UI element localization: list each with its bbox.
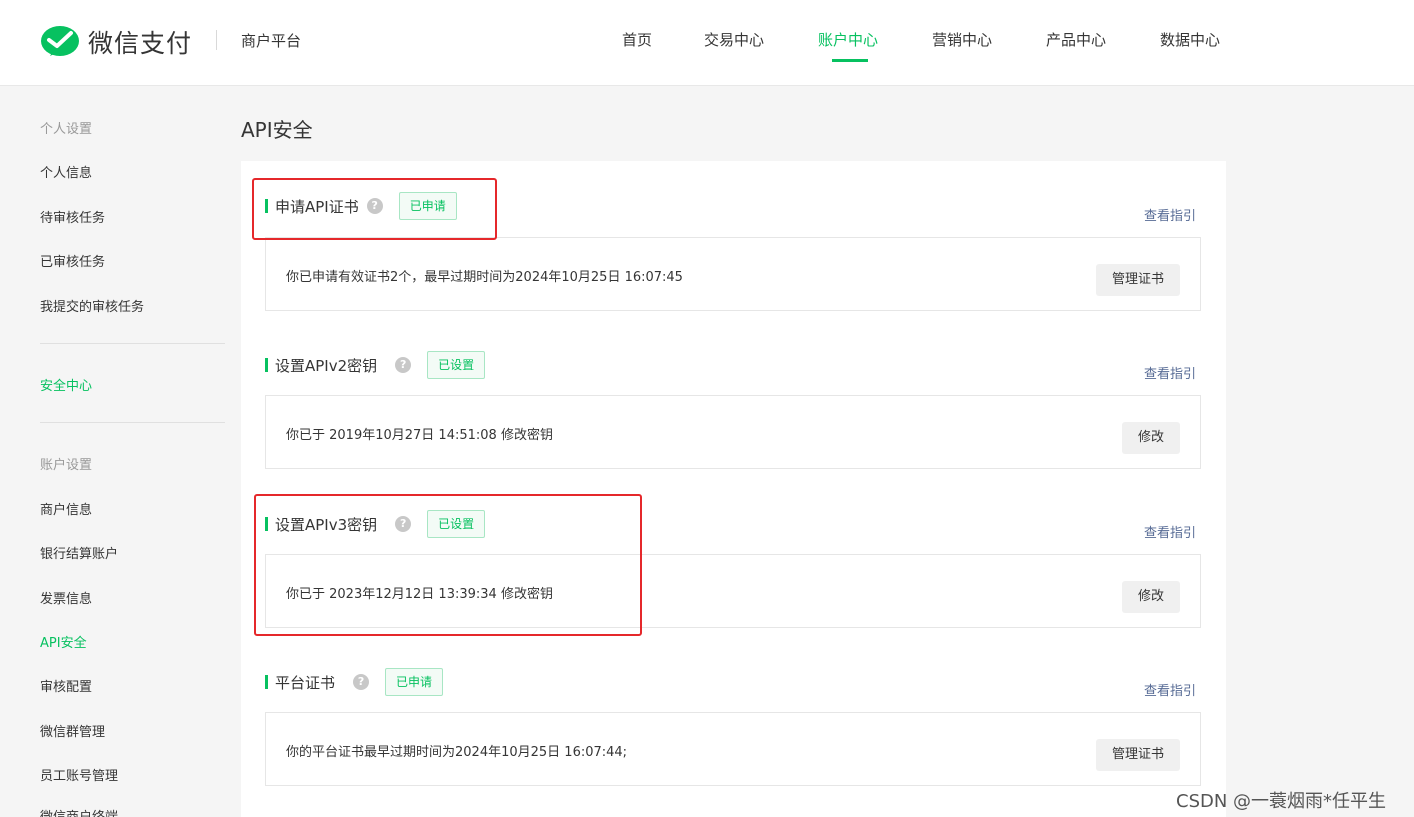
help-icon[interactable]: ?: [353, 674, 370, 690]
section-card-apiv2-key: 你已于 2019年10月27日 14:51:08 修改密钥 修改: [265, 395, 1201, 469]
section-title: 设置APIv2密钥: [275, 356, 378, 375]
nav-product-center[interactable]: 产品中心: [1046, 29, 1106, 50]
modify-button[interactable]: 修改: [1121, 422, 1180, 454]
watermark: CSDN @一蓑烟雨*任平生: [1176, 791, 1387, 812]
section-title: 平台证书: [275, 673, 336, 692]
nav-home[interactable]: 首页: [622, 29, 652, 50]
sidebar-divider: [40, 422, 225, 423]
sidebar-item-review-config[interactable]: 审核配置: [40, 676, 92, 695]
section-card-platform-cert: 你的平台证书最早过期时间为2024年10月25日 16:07:44; 管理证书: [265, 712, 1201, 786]
sidebar-item-merchant-terminal[interactable]: 微信商户终端: [40, 806, 118, 817]
sidebar-item-pending-review[interactable]: 待审核任务: [40, 207, 105, 226]
sidebar: 个人设置 个人信息 待审核任务 已审核任务 我提交的审核任务 安全中心 账户设置…: [0, 86, 240, 817]
view-guide-link[interactable]: 查看指引: [1144, 522, 1196, 541]
wechat-pay-logo-icon: [41, 26, 79, 56]
section-description: 你的平台证书最早过期时间为2024年10月25日 16:07:44;: [286, 745, 628, 760]
section-description: 你已申请有效证书2个，最早过期时间为2024年10月25日 16:07:45: [286, 270, 683, 285]
wechat-pay-logo[interactable]: 微信支付: [40, 22, 192, 62]
sidebar-item-merchant-info[interactable]: 商户信息: [40, 499, 92, 518]
nav-active-underline: [832, 59, 868, 62]
platform-name: 商户平台: [241, 32, 302, 50]
section-marker: [265, 675, 268, 689]
section-description: 你已于 2019年10月27日 14:51:08 修改密钥: [286, 428, 553, 443]
section-header-platform-cert: 平台证书 ? 已申请: [265, 668, 444, 696]
sidebar-item-bank-account[interactable]: 银行结算账户: [40, 543, 118, 562]
nav-marketing-center[interactable]: 营销中心: [932, 29, 992, 50]
sidebar-item-my-submitted[interactable]: 我提交的审核任务: [40, 296, 144, 315]
help-icon[interactable]: ?: [395, 357, 412, 373]
sidebar-divider: [40, 343, 225, 344]
sidebar-item-personal-info[interactable]: 个人信息: [40, 162, 92, 181]
nav-data-center[interactable]: 数据中心: [1160, 29, 1220, 50]
sidebar-item-api-security[interactable]: API安全: [40, 632, 87, 651]
sidebar-item-staff-account[interactable]: 员工账号管理: [40, 765, 118, 784]
status-badge: 已申请: [385, 668, 444, 696]
page-title: API安全: [241, 118, 313, 142]
sidebar-item-reviewed[interactable]: 已审核任务: [40, 251, 105, 270]
view-guide-link[interactable]: 查看指引: [1144, 205, 1196, 224]
sidebar-item-invoice-info[interactable]: 发票信息: [40, 588, 92, 607]
top-header: 微信支付 商户平台 首页 交易中心 账户中心 营销中心 产品中心 数据中心: [0, 0, 1414, 86]
section-header-apiv2-key: 设置APIv2密钥 ? 已设置: [265, 351, 486, 379]
section-marker: [265, 358, 268, 372]
view-guide-link[interactable]: 查看指引: [1144, 363, 1196, 382]
manage-cert-button[interactable]: 管理证书: [1095, 264, 1180, 296]
modify-button[interactable]: 修改: [1121, 581, 1180, 613]
section-card-api-cert: 你已申请有效证书2个，最早过期时间为2024年10月25日 16:07:45 管…: [265, 237, 1201, 311]
view-guide-link[interactable]: 查看指引: [1144, 680, 1196, 699]
annotation-highlight-box: [254, 494, 642, 636]
nav-trade-center[interactable]: 交易中心: [704, 29, 764, 50]
nav-account-center[interactable]: 账户中心: [818, 29, 878, 50]
sidebar-group-account: 账户设置: [40, 458, 93, 473]
sidebar-item-wechat-group[interactable]: 微信群管理: [40, 721, 105, 740]
manage-cert-button[interactable]: 管理证书: [1095, 739, 1180, 771]
annotation-highlight-box: [252, 178, 497, 240]
sidebar-item-security-center[interactable]: 安全中心: [40, 375, 92, 394]
sidebar-group-personal: 个人设置: [40, 122, 93, 137]
logo-separator: [216, 30, 217, 50]
status-badge: 已设置: [427, 351, 486, 379]
logo-text: 微信支付: [88, 29, 193, 58]
